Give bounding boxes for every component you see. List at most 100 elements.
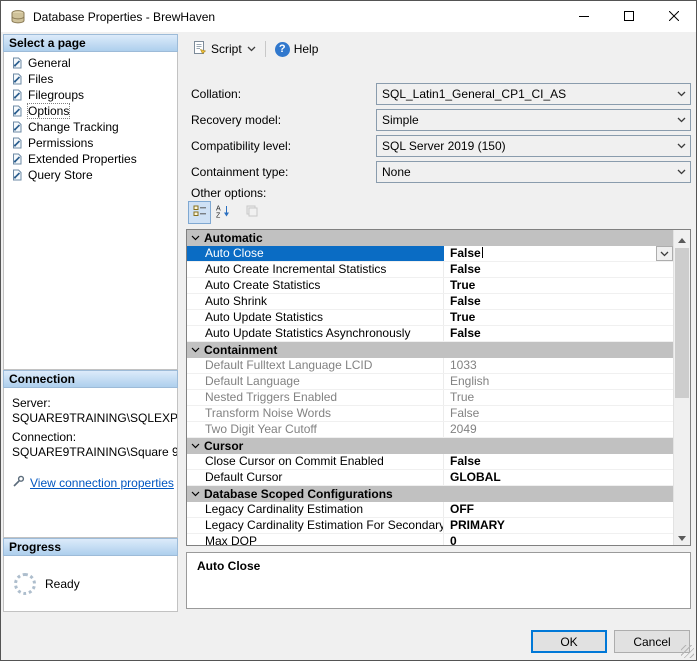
property-value[interactable]: False [444,246,673,261]
scroll-down-button[interactable] [674,528,690,545]
property-row-legacy-cardinality-estimation-for-secondary[interactable]: Legacy Cardinality Estimation For Second… [187,518,673,534]
recovery-model-combobox[interactable]: Simple [376,109,691,131]
property-name[interactable]: Nested Triggers Enabled [187,390,444,405]
property-row-legacy-cardinality-estimation[interactable]: Legacy Cardinality EstimationOFF [187,502,673,518]
page-icon [11,57,23,69]
property-row-default-cursor[interactable]: Default CursorGLOBAL [187,470,673,486]
property-name[interactable]: Auto Update Statistics Asynchronously [187,326,444,341]
property-row-transform-noise-words[interactable]: Transform Noise WordsFalse [187,406,673,422]
property-value[interactable]: 2049 [444,422,673,437]
cancel-button[interactable]: Cancel [614,630,690,653]
property-value[interactable]: 0 [444,534,673,545]
script-icon [192,40,207,58]
property-value[interactable]: False [444,406,673,421]
sidebar-item-change-tracking[interactable]: Change Tracking [4,119,177,135]
view-connection-properties-link[interactable]: View connection properties [30,476,174,490]
property-value[interactable]: GLOBAL [444,470,673,485]
property-name[interactable]: Auto Shrink [187,294,444,309]
property-row-auto-create-statistics[interactable]: Auto Create StatisticsTrue [187,278,673,294]
scroll-up-icon [678,232,686,246]
property-row-auto-update-statistics[interactable]: Auto Update StatisticsTrue [187,310,673,326]
property-name[interactable]: Legacy Cardinality Estimation [187,502,444,517]
property-value[interactable]: False [444,294,673,309]
sidebar-item-filegroups[interactable]: Filegroups [4,87,177,103]
containment-type-combobox[interactable]: None [376,161,691,183]
chevron-down-icon[interactable] [672,143,690,149]
value-dropdown-button[interactable] [656,246,673,261]
sidebar-item-files[interactable]: Files [4,71,177,87]
property-row-nested-triggers-enabled[interactable]: Nested Triggers EnabledTrue [187,390,673,406]
resize-grip[interactable] [681,645,694,658]
sidebar-item-query-store[interactable]: Query Store [4,167,177,183]
property-row-two-digit-year-cutoff[interactable]: Two Digit Year Cutoff2049 [187,422,673,438]
sidebar-item-general[interactable]: General [4,55,177,71]
property-row-default-language[interactable]: Default Language English [187,374,673,390]
category-row-containment[interactable]: Containment [187,342,673,358]
script-button[interactable]: Script [187,37,261,61]
page-icon [11,73,23,85]
property-value[interactable]: True [444,390,673,405]
property-name[interactable]: Default Language [187,374,444,389]
property-name[interactable]: Auto Create Incremental Statistics [187,262,444,277]
property-name[interactable]: Two Digit Year Cutoff [187,422,444,437]
page-icon [11,153,23,165]
property-row-default-fulltext-language-lcid[interactable]: Default Fulltext Language LCID1033 [187,358,673,374]
property-row-auto-update-statistics-asynchronously[interactable]: Auto Update Statistics AsynchronouslyFal… [187,326,673,342]
connection-panel-title: Connection [9,372,75,386]
help-button[interactable]: ? Help [270,39,324,60]
property-name[interactable]: Default Fulltext Language LCID [187,358,444,373]
property-value[interactable]: False [444,262,673,277]
chevron-down-icon[interactable] [672,117,690,123]
property-value[interactable]: OFF [444,502,673,517]
sidebar-item-options[interactable]: Options [4,103,177,119]
category-label: Containment [204,343,277,357]
property-value[interactable]: False [444,454,673,469]
property-name[interactable]: Transform Noise Words [187,406,444,421]
chevron-down-icon[interactable] [672,91,690,97]
property-value[interactable]: True [444,310,673,325]
select-a-page-header: Select a page [3,34,178,52]
sidebar-item-label: Change Tracking [28,120,119,134]
property-name[interactable]: Default Cursor [187,470,444,485]
combobox-value: SQL_Latin1_General_CP1_CI_AS [377,87,672,101]
property-value[interactable]: False [444,326,673,341]
property-name[interactable]: Auto Create Statistics [187,278,444,293]
maximize-button[interactable] [606,1,651,32]
chevron-down-icon[interactable] [672,169,690,175]
collation-combobox[interactable]: SQL_Latin1_General_CP1_CI_AS [376,83,691,105]
categorized-button[interactable] [188,201,211,224]
sidebar-item-permissions[interactable]: Permissions [4,135,177,151]
sidebar-item-extended-properties[interactable]: Extended Properties [4,151,177,167]
property-name[interactable]: Auto Close [187,246,444,261]
scroll-up-button[interactable] [674,230,690,247]
property-value[interactable]: 1033 [444,358,673,373]
scroll-thumb[interactable] [675,248,689,398]
category-row-automatic[interactable]: Automatic [187,230,673,246]
property-name[interactable]: Auto Update Statistics [187,310,444,325]
property-row-max-dop[interactable]: Max DOP0 [187,534,673,545]
property-row-auto-create-incremental-statistics[interactable]: Auto Create Incremental StatisticsFalse [187,262,673,278]
property-value[interactable]: True [444,278,673,293]
close-button[interactable] [651,1,696,32]
progress-panel-title: Progress [9,540,61,554]
property-value-text: False [450,294,481,308]
property-name[interactable]: Legacy Cardinality Estimation For Second… [187,518,444,533]
property-pages-icon [245,204,259,221]
property-row-close-cursor-on-commit-enabled[interactable]: Close Cursor on Commit EnabledFalse [187,454,673,470]
property-value-text: English [450,374,489,388]
property-name[interactable]: Close Cursor on Commit Enabled [187,454,444,469]
ok-button[interactable]: OK [531,630,607,653]
page-icon [11,137,23,149]
grid-scrollbar[interactable] [673,230,690,545]
database-properties-dialog: Database Properties - BrewHaven Select a… [0,0,697,661]
property-name[interactable]: Max DOP [187,534,444,545]
compatibility-level-combobox[interactable]: SQL Server 2019 (150) [376,135,691,157]
property-value[interactable]: English [444,374,673,389]
property-row-auto-close[interactable]: Auto CloseFalse [187,246,673,262]
category-row-cursor[interactable]: Cursor [187,438,673,454]
property-value[interactable]: PRIMARY [444,518,673,533]
alphabetical-button[interactable]: AZ [211,201,234,224]
property-row-auto-shrink[interactable]: Auto Shrink False [187,294,673,310]
minimize-button[interactable] [561,1,606,32]
category-row-database-scoped-configurations[interactable]: Database Scoped Configurations [187,486,673,502]
